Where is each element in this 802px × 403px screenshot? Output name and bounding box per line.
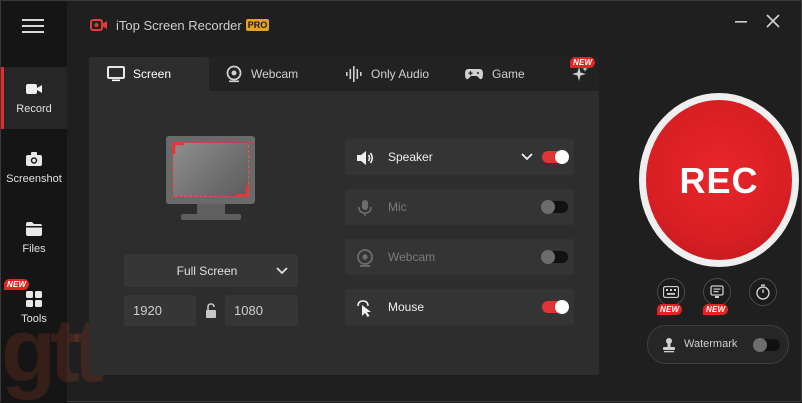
- menu-button[interactable]: [22, 15, 44, 35]
- tab-game[interactable]: Game: [464, 57, 525, 91]
- source-row-mouse[interactable]: Mouse: [345, 289, 574, 325]
- mouse-toggle[interactable]: [542, 300, 569, 314]
- source-row-mic[interactable]: Mic: [345, 189, 574, 225]
- waveform-icon: [346, 66, 362, 82]
- keystroke-button[interactable]: [657, 278, 685, 306]
- cursor-click-icon: [357, 300, 371, 317]
- webcam-icon: [226, 65, 242, 83]
- tab-webcam[interactable]: Webcam: [225, 57, 298, 91]
- sidebar-item-screenshot[interactable]: Screenshot: [1, 137, 67, 199]
- corner-brackets-icon: [172, 142, 249, 197]
- app-logo-icon: [90, 19, 107, 31]
- height-input[interactable]: 1080: [225, 295, 298, 326]
- app-window: Record Screenshot Files Tools NEW gtt iT…: [0, 0, 802, 403]
- new-badge: NEW: [703, 304, 729, 315]
- new-badge: NEW: [570, 57, 596, 68]
- monitor-illustration: [166, 136, 255, 204]
- monitor-stand: [197, 204, 225, 214]
- toggle-knob: [753, 338, 767, 352]
- monitor-base: [181, 214, 241, 220]
- mic-icon: [358, 200, 372, 216]
- keyboard-icon: [663, 286, 679, 298]
- toggle-knob: [541, 250, 555, 264]
- rec-label: REC: [679, 160, 759, 201]
- folder-icon: [26, 222, 42, 236]
- chevron-down-icon: [276, 267, 288, 275]
- sidebar-item-files[interactable]: Files: [1, 207, 67, 269]
- new-badge: NEW: [4, 279, 30, 290]
- watermark-control[interactable]: Watermark: [647, 325, 789, 364]
- webcam-toggle[interactable]: [541, 250, 568, 264]
- tab-only-audio[interactable]: Only Audio: [345, 57, 429, 91]
- new-badge: NEW: [657, 304, 683, 315]
- toggle-knob: [555, 150, 569, 164]
- monitor-icon: [107, 66, 125, 82]
- timer-button[interactable]: [749, 278, 777, 306]
- source-label: Speaker: [388, 150, 433, 164]
- menu-line: [22, 31, 44, 33]
- toggle-knob: [541, 200, 555, 214]
- webcam-icon: [357, 249, 373, 267]
- rec-button[interactable]: REC: [646, 100, 792, 260]
- tab-label: Game: [492, 67, 525, 81]
- source-row-webcam[interactable]: Webcam: [345, 239, 574, 275]
- sidebar-item-label: Screenshot: [6, 173, 62, 185]
- camera-icon: [26, 152, 42, 166]
- mic-toggle[interactable]: [541, 200, 568, 214]
- source-label: Mouse: [388, 300, 425, 314]
- tab-label: Webcam: [251, 67, 299, 81]
- tab-label: Screen: [133, 67, 172, 81]
- tab-screen[interactable]: Screen: [89, 57, 209, 91]
- sidebar-item-record[interactable]: Record: [1, 67, 67, 129]
- minimize-icon[interactable]: [733, 13, 749, 29]
- source-label: Webcam: [388, 250, 436, 264]
- source-row-speaker[interactable]: Speaker: [345, 139, 574, 175]
- speaker-icon: [357, 151, 374, 165]
- toggle-knob: [555, 300, 569, 314]
- source-label: Mic: [388, 200, 407, 214]
- timer-icon: [756, 284, 770, 300]
- menu-line: [22, 25, 44, 27]
- close-icon[interactable]: [765, 13, 781, 29]
- capture-mode-value: Full Screen: [176, 264, 238, 278]
- mode-tabs: Screen Webcam Only Audio Game: [89, 57, 599, 91]
- gamepad-icon: [465, 69, 483, 80]
- pro-badge: PRO: [245, 19, 270, 31]
- lock-open-icon[interactable]: [205, 303, 217, 319]
- notes-button[interactable]: [703, 278, 731, 306]
- sidebar-item-label: Files: [22, 243, 46, 255]
- note-icon: [710, 285, 724, 298]
- menu-line: [22, 19, 44, 21]
- title-bar: iTop Screen Recorder PRO: [90, 16, 270, 34]
- watermark-toggle[interactable]: [753, 338, 780, 352]
- app-title: iTop Screen Recorder: [116, 17, 242, 33]
- tab-label: Only Audio: [371, 67, 430, 81]
- watermark-label: Watermark: [684, 338, 738, 350]
- width-input[interactable]: 1920: [124, 295, 196, 326]
- stamp-icon: [663, 338, 675, 353]
- speaker-toggle[interactable]: [542, 150, 569, 164]
- video-camera-icon: [26, 84, 42, 94]
- sidebar-item-label: Record: [16, 103, 52, 115]
- capture-area-preview: [172, 142, 249, 197]
- chevron-down-icon[interactable]: [521, 153, 533, 161]
- capture-mode-dropdown[interactable]: Full Screen: [124, 254, 298, 287]
